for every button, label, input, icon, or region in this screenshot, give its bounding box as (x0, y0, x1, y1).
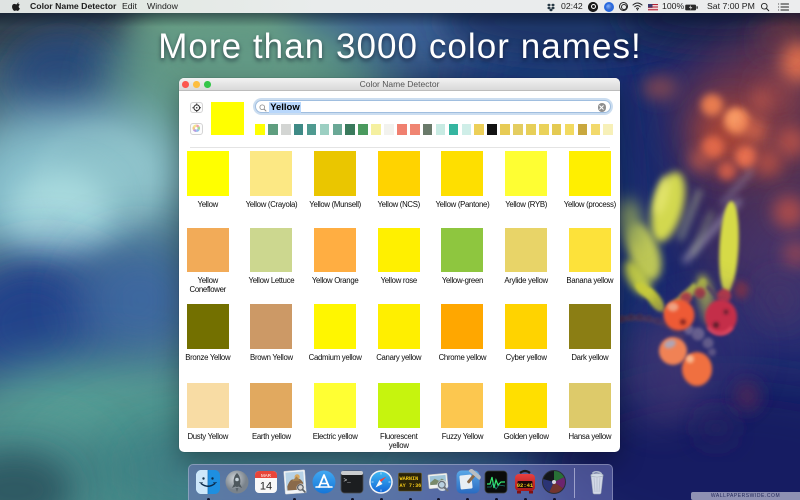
svg-text:AY 7:36: AY 7:36 (399, 483, 421, 489)
svg-text:WARNIN: WARNIN (399, 476, 418, 482)
svg-text:>_: >_ (344, 477, 352, 484)
svg-text:14: 14 (260, 481, 272, 493)
svg-text:02:41: 02:41 (517, 482, 534, 489)
svg-text:MAR: MAR (261, 473, 272, 478)
